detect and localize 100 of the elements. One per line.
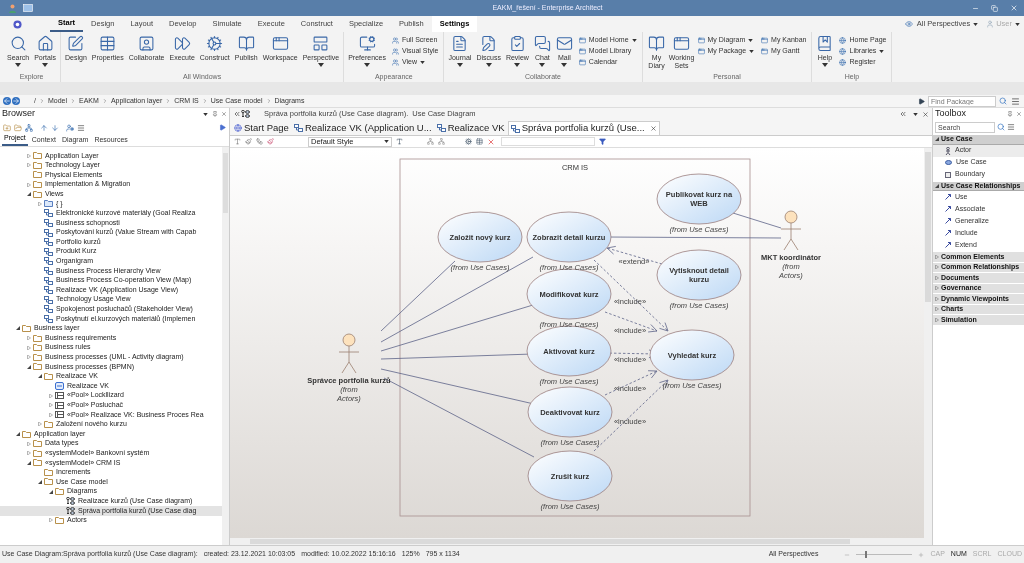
collapse-arrow-icon[interactable] <box>38 374 42 379</box>
play-icon[interactable] <box>219 124 226 131</box>
help-book-icon <box>816 35 834 52</box>
expand-arrow-icon[interactable] <box>49 518 53 523</box>
diagram-icon <box>44 228 53 237</box>
diagram-icon <box>510 124 520 133</box>
collapse-arrow-icon[interactable] <box>38 480 42 484</box>
caret-icon <box>973 22 979 26</box>
diagram-icon[interactable] <box>25 123 33 132</box>
clipboard-icon <box>508 35 526 52</box>
process-icon <box>55 382 64 391</box>
expand-arrow-icon[interactable] <box>27 153 31 158</box>
use-case[interactable] <box>526 211 612 263</box>
collapse-arrow-icon <box>935 137 939 142</box>
expand-arrow-icon[interactable] <box>27 163 31 168</box>
close-icon[interactable] <box>649 125 657 132</box>
use-case[interactable] <box>437 211 523 263</box>
use-case[interactable] <box>656 249 742 301</box>
scrollbar[interactable] <box>222 147 229 545</box>
move-up-icon[interactable] <box>40 123 48 132</box>
diagram-icon <box>44 276 53 285</box>
filter-icon[interactable] <box>599 138 606 145</box>
user-window-icon <box>138 35 156 52</box>
close-icon[interactable] <box>922 110 929 118</box>
menu-icon[interactable] <box>77 123 85 132</box>
app-icon[interactable] <box>8 3 17 13</box>
expand-arrow-icon[interactable] <box>49 403 53 408</box>
collapse-arrow-icon[interactable] <box>27 192 31 197</box>
use-case[interactable] <box>649 329 735 381</box>
diagram-icon <box>44 247 53 256</box>
expand-arrow-icon[interactable] <box>49 393 53 398</box>
collapse-arrow-icon[interactable] <box>27 364 31 369</box>
expand-arrow-icon[interactable] <box>49 412 53 417</box>
zoom-in-icon[interactable] <box>918 551 925 558</box>
use-case[interactable] <box>527 386 613 438</box>
pin-icon[interactable] <box>212 111 218 117</box>
actor-figure[interactable] <box>780 210 802 251</box>
document-tab[interactable]: Start Page <box>232 121 291 135</box>
back-icon[interactable] <box>3 97 11 105</box>
expand-arrow-icon[interactable] <box>38 422 42 427</box>
expand-arrow-icon[interactable] <box>27 336 31 341</box>
move-down-icon[interactable] <box>51 123 59 132</box>
expand-arrow-icon[interactable] <box>27 345 31 350</box>
user-gear-icon[interactable] <box>66 123 74 132</box>
use-case[interactable] <box>656 173 742 225</box>
separator-icon <box>101 98 108 104</box>
text-icon[interactable] <box>234 138 241 145</box>
font-color-icon[interactable] <box>396 138 403 145</box>
gear-icon[interactable] <box>465 138 472 145</box>
diagram-icon <box>44 209 53 218</box>
search-icon[interactable] <box>997 123 1005 131</box>
zoom-slider[interactable] <box>856 551 913 558</box>
scrollbar[interactable] <box>924 148 932 545</box>
document-tab[interactable]: Správa portfolia kurzů (Use... <box>507 121 660 135</box>
monitor-gear-icon <box>358 35 376 52</box>
brush-icon[interactable] <box>245 138 252 145</box>
search-icon[interactable] <box>999 97 1007 105</box>
filter-field[interactable] <box>501 137 595 146</box>
caret-icon <box>539 62 546 67</box>
use-case-diagram-icon <box>241 110 250 118</box>
table-icon[interactable] <box>476 138 483 145</box>
actor-figure[interactable] <box>338 333 360 374</box>
collapse-icon[interactable] <box>233 110 241 118</box>
document-tab[interactable]: Realizace VK (Application U... <box>291 121 434 135</box>
use-case[interactable] <box>527 450 613 502</box>
document-tab[interactable]: Realizace VK <box>434 121 507 135</box>
book-icon <box>648 35 666 52</box>
expand-arrow-icon[interactable] <box>27 182 31 187</box>
new-folder-icon[interactable] <box>3 123 11 132</box>
open-folder-icon[interactable] <box>14 123 22 132</box>
expand-arrow-icon[interactable] <box>27 441 31 446</box>
panel-title: Toolbox <box>935 107 967 121</box>
globe-icon <box>839 47 847 55</box>
menu-icon[interactable] <box>1007 123 1015 131</box>
pin-icon[interactable] <box>1007 111 1013 117</box>
panel-title: Browser <box>2 107 35 121</box>
collapse-icon[interactable] <box>899 110 907 118</box>
menu-icon[interactable] <box>1011 96 1020 106</box>
expand-arrow-icon[interactable] <box>27 355 31 360</box>
brush-icon[interactable] <box>267 138 274 145</box>
close-icon[interactable] <box>221 111 227 117</box>
forward-icon[interactable] <box>12 97 20 105</box>
scrollbar[interactable] <box>230 538 924 545</box>
delete-icon[interactable] <box>487 137 495 146</box>
collapse-arrow-icon <box>935 183 939 188</box>
arrow-icon <box>945 242 951 248</box>
expand-arrow-icon[interactable] <box>38 201 42 206</box>
restore-icon[interactable] <box>991 4 998 12</box>
collapse-arrow-icon[interactable] <box>16 432 20 436</box>
expand-arrow-icon[interactable] <box>27 451 31 456</box>
collapse-arrow-icon[interactable] <box>16 326 20 331</box>
diagram-icon <box>44 305 53 314</box>
document-pen-icon <box>480 35 498 52</box>
app-menu-icon[interactable] <box>13 19 22 29</box>
close-icon[interactable] <box>1016 111 1022 117</box>
book-icon <box>237 35 255 52</box>
collapse-arrow-icon[interactable] <box>49 489 53 494</box>
play-icon[interactable] <box>918 97 925 105</box>
separator-icon <box>265 98 272 104</box>
collapse-arrow-icon[interactable] <box>27 460 31 465</box>
